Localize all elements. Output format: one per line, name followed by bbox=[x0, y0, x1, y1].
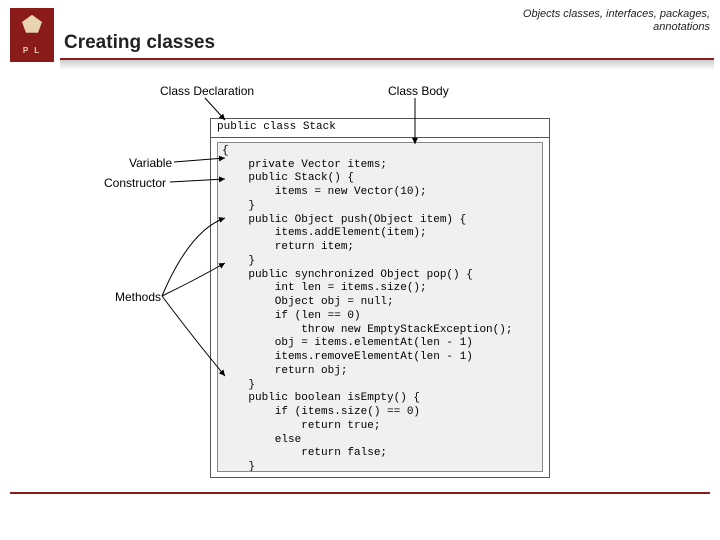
label-variable: Variable bbox=[129, 156, 172, 170]
slide-header: P L Creating classes Objects classes, in… bbox=[0, 0, 720, 70]
label-methods: Methods bbox=[115, 290, 161, 304]
eagle-icon bbox=[22, 15, 42, 33]
diagram-area: Class Declaration Class Body Variable Co… bbox=[0, 80, 720, 500]
label-constructor: Constructor bbox=[104, 176, 166, 190]
class-body-block: { private Vector items; public Stack() {… bbox=[217, 142, 543, 472]
code-box: public class Stack { private Vector item… bbox=[210, 118, 550, 478]
subtitle-line2: annotations bbox=[653, 21, 710, 33]
label-class-body: Class Body bbox=[388, 84, 449, 98]
class-declaration-line: public class Stack bbox=[211, 119, 549, 138]
title-underline bbox=[60, 58, 714, 70]
university-logo: P L bbox=[10, 8, 54, 62]
subtitle-line1: Objects classes, interfaces, packages, bbox=[523, 8, 710, 20]
footer-divider bbox=[10, 492, 710, 494]
page-subtitle: Objects classes, interfaces, packages, a… bbox=[523, 8, 710, 34]
label-class-declaration: Class Declaration bbox=[160, 84, 254, 98]
logo-letters: P L bbox=[23, 46, 41, 55]
page-title: Creating classes bbox=[64, 32, 215, 54]
